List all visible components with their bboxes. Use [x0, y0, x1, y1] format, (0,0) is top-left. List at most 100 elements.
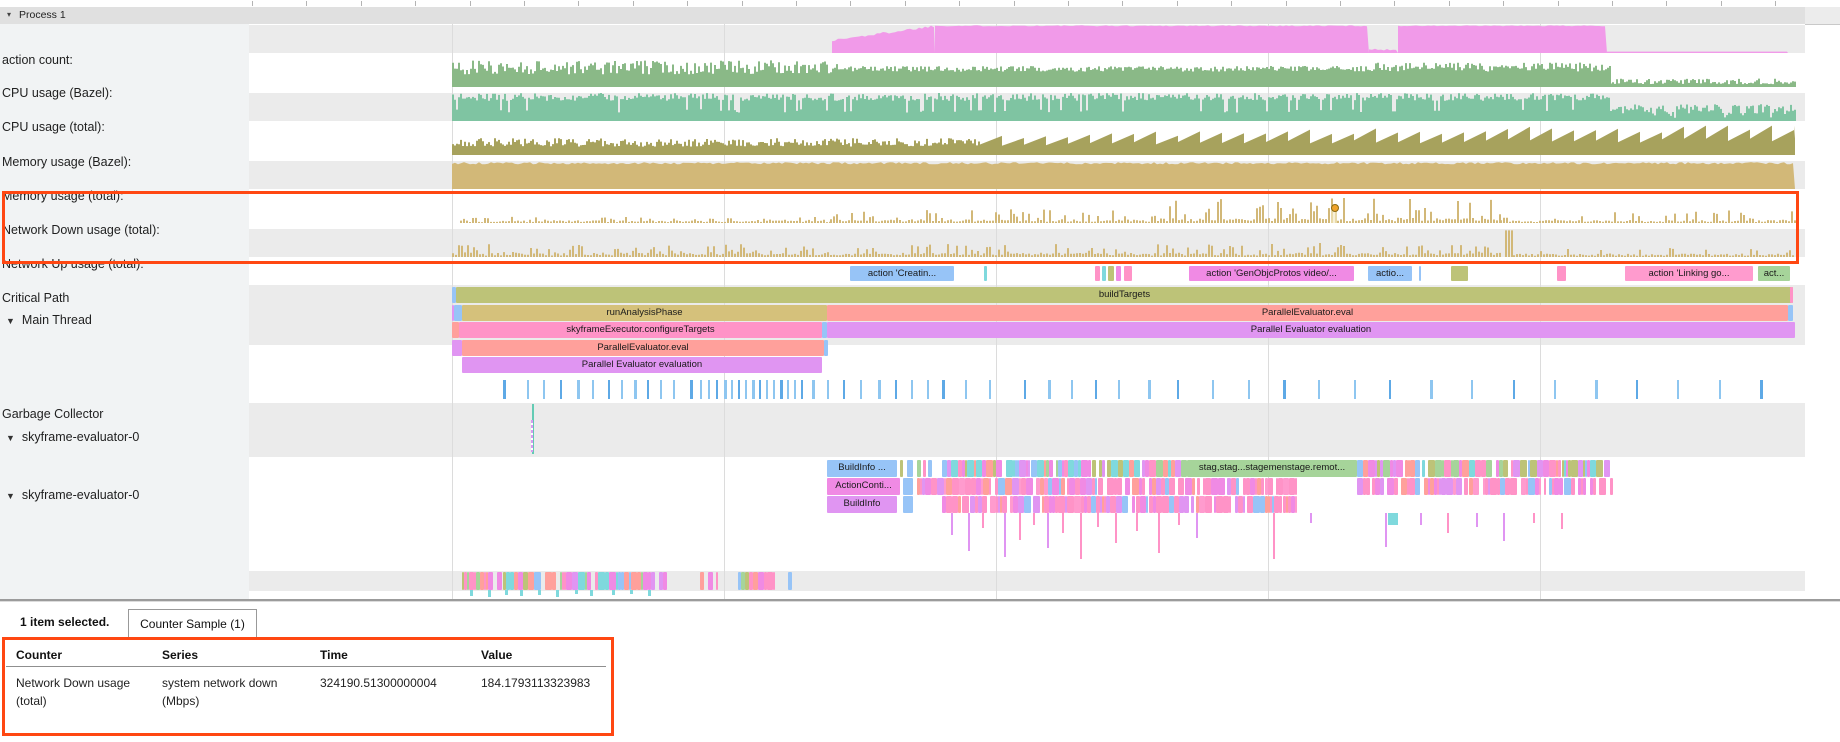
cluster-span[interactable] — [1052, 478, 1059, 495]
cluster-span[interactable] — [1117, 478, 1122, 495]
evaluator-child-tick[interactable] — [1420, 513, 1422, 525]
cluster-span[interactable] — [1102, 460, 1105, 477]
cluster-span[interactable] — [1218, 478, 1225, 495]
cluster-span[interactable] — [1464, 478, 1468, 495]
cluster-span[interactable] — [663, 572, 667, 590]
cpu-heavy-child-tick[interactable] — [538, 590, 541, 595]
critical-path-span[interactable] — [1557, 266, 1566, 281]
cluster-span[interactable] — [1229, 496, 1231, 513]
cluster-span[interactable] — [1396, 460, 1403, 477]
cluster-span[interactable] — [1156, 460, 1163, 477]
cluster-span[interactable] — [1243, 496, 1245, 513]
evaluator-child-tick[interactable] — [1158, 513, 1160, 553]
cluster-span[interactable] — [998, 478, 1005, 495]
cluster-span[interactable] — [1387, 478, 1394, 495]
gc-event-tick[interactable] — [503, 380, 506, 399]
cluster-span[interactable] — [962, 496, 969, 513]
cluster-span[interactable] — [1428, 460, 1435, 477]
table-header-series[interactable]: Series — [162, 648, 198, 662]
cluster-span[interactable] — [788, 572, 792, 590]
evaluator-child-tick[interactable] — [1047, 513, 1049, 548]
gc-event-tick[interactable] — [592, 380, 594, 399]
cluster-span[interactable] — [1571, 478, 1575, 495]
critical-path-span[interactable] — [1451, 266, 1468, 281]
gc-event-tick[interactable] — [731, 380, 733, 399]
cluster-span[interactable] — [1490, 478, 1497, 495]
cluster-span[interactable] — [1596, 460, 1603, 477]
gc-event-tick[interactable] — [965, 380, 967, 399]
evaluator-sliver[interactable] — [923, 460, 926, 477]
cluster-span[interactable] — [1095, 478, 1097, 495]
gc-event-tick[interactable] — [660, 380, 662, 399]
cluster-span[interactable] — [1394, 478, 1398, 495]
sidebar-item-network-down-usage-total[interactable]: Network Down usage (total): — [2, 223, 160, 237]
sidebar-item-skyframe-evaluator-0[interactable]: ▼skyframe-evaluator-0 — [6, 488, 139, 502]
cluster-span[interactable] — [1415, 460, 1420, 477]
cluster-span[interactable] — [1279, 496, 1282, 513]
cluster-span[interactable] — [1435, 460, 1442, 477]
cluster-span[interactable] — [989, 478, 991, 495]
evaluator-sliver[interactable] — [903, 478, 913, 495]
sidebar-item-cpu-usage-bazel[interactable]: CPU usage (Bazel): — [2, 86, 112, 100]
cluster-span[interactable] — [1081, 460, 1088, 477]
gc-event-tick[interactable] — [724, 380, 727, 399]
cluster-span[interactable] — [1006, 460, 1013, 477]
tab-counter-sample[interactable]: Counter Sample (1) — [128, 609, 257, 638]
cluster-span[interactable] — [996, 460, 1002, 477]
cluster-span[interactable] — [545, 572, 552, 590]
gc-event-tick[interactable] — [543, 380, 545, 399]
cluster-span[interactable] — [1191, 496, 1194, 513]
main-thread-span-buildtargets[interactable]: buildTargets — [456, 287, 1793, 303]
evaluator-child-tick[interactable] — [1196, 513, 1198, 538]
gc-event-tick[interactable] — [773, 380, 775, 399]
cluster-span[interactable] — [1005, 478, 1012, 495]
evaluator-child-tick[interactable] — [1033, 513, 1035, 525]
cluster-span[interactable] — [1295, 496, 1297, 513]
evaluator-span-buildinfo-[interactable]: BuildInfo ... — [827, 460, 897, 477]
gc-event-tick[interactable] — [1048, 380, 1051, 399]
cluster-span[interactable] — [1098, 478, 1103, 495]
evaluator-child-tick[interactable] — [1019, 513, 1021, 540]
cluster-span[interactable] — [1368, 460, 1375, 477]
gc-event-tick[interactable] — [860, 380, 862, 399]
gc-event-tick[interactable] — [1318, 380, 1320, 399]
critical-path-span[interactable] — [1108, 266, 1114, 281]
evaluator-child-tick[interactable] — [951, 513, 953, 535]
cluster-span[interactable] — [1456, 478, 1462, 495]
gc-event-tick[interactable] — [1248, 380, 1250, 399]
evaluator-child-tick[interactable] — [982, 513, 984, 528]
cluster-span[interactable] — [1559, 478, 1563, 495]
evaluator-child-tick[interactable] — [1004, 513, 1006, 557]
cpu-heavy-child-tick[interactable] — [575, 590, 578, 594]
cpu-heavy-child-tick[interactable] — [630, 590, 633, 594]
cluster-span[interactable] — [1149, 460, 1156, 477]
main-thread-span-parallelevaluator-eval[interactable]: ParallelEvaluator.eval — [827, 305, 1788, 321]
critical-path-span-act-[interactable]: act... — [1758, 266, 1790, 281]
collapse-arrow-icon[interactable]: ▼ — [6, 433, 15, 443]
selected-sample-marker[interactable] — [1331, 204, 1339, 212]
cluster-span[interactable] — [1446, 478, 1453, 495]
mem-total-chart[interactable] — [452, 162, 1795, 189]
cluster-span[interactable] — [952, 478, 959, 495]
cluster-span[interactable] — [1049, 460, 1053, 477]
gc-event-tick[interactable] — [794, 380, 796, 399]
sidebar-item-main-thread[interactable]: ▼Main Thread — [6, 313, 92, 327]
cluster-span[interactable] — [1610, 478, 1613, 495]
cluster-span[interactable] — [1539, 478, 1541, 495]
cluster-span[interactable] — [1146, 496, 1148, 513]
cluster-span[interactable] — [534, 572, 541, 590]
cpu-heavy-child-tick[interactable] — [470, 590, 473, 596]
cluster-span[interactable] — [708, 572, 713, 590]
cluster-span[interactable] — [1528, 478, 1535, 495]
gc-event-tick[interactable] — [608, 380, 610, 399]
cpu-total-chart[interactable] — [452, 93, 1796, 121]
gc-event-tick[interactable] — [1071, 380, 1073, 399]
cluster-span[interactable] — [1205, 496, 1212, 513]
timeline-ruler[interactable] — [0, 0, 1840, 7]
gc-event-tick[interactable] — [700, 380, 702, 399]
cluster-span[interactable] — [1544, 478, 1546, 495]
action-count-chart[interactable] — [832, 25, 1788, 53]
cluster-span[interactable] — [1033, 496, 1040, 513]
evaluator-child-tick[interactable] — [1062, 513, 1064, 533]
sidebar-item-action-count[interactable]: action count: — [2, 53, 73, 67]
